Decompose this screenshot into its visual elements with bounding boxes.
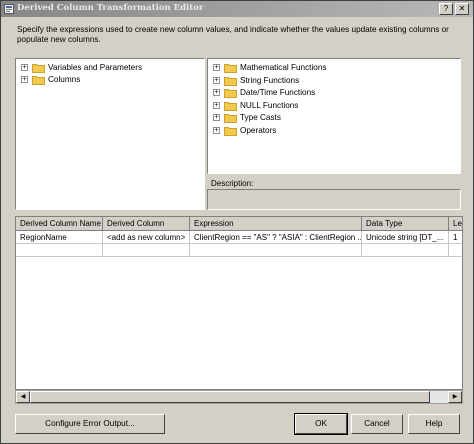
expand-icon[interactable]: + [213, 76, 220, 84]
new-row-cell[interactable] [16, 244, 103, 257]
expand-icon[interactable]: + [213, 64, 220, 71]
cell-derived-column[interactable]: <add as new column> [103, 231, 190, 244]
cancel-button[interactable]: Cancel [351, 414, 403, 434]
folder-icon [224, 89, 237, 98]
grid-horizontal-scrollbar[interactable]: ◀ ▶ [15, 390, 463, 404]
expand-icon[interactable]: + [21, 64, 28, 71]
tree-label: String Functions [240, 75, 300, 85]
window-title: Derived Column Transformation Editor [17, 3, 204, 13]
tree-label: Mathematical Functions [240, 63, 327, 72]
folder-icon [224, 101, 237, 111]
new-row-cell[interactable] [449, 244, 462, 257]
expand-icon[interactable]: + [213, 89, 220, 96]
dialog-window: Derived Column Transformation Editor ? ✕… [0, 0, 474, 444]
scroll-thumb[interactable] [30, 391, 430, 403]
title-bar[interactable]: Derived Column Transformation Editor ? ✕ [1, 1, 473, 17]
instructions-text: Specify the expressions used to create n… [17, 25, 449, 44]
derived-columns-grid[interactable]: Derived Column Name Derived Column Expre… [15, 216, 463, 390]
app-icon [4, 4, 14, 14]
close-title-button[interactable]: ✕ [455, 3, 469, 15]
scroll-right-icon[interactable]: ▶ [448, 391, 462, 403]
tree-label: Type Casts [240, 113, 281, 122]
variables-columns-tree[interactable]: + Variables and Parameters + Columns [15, 58, 205, 210]
column-header-derived-name[interactable]: Derived Column Name [16, 217, 103, 231]
expand-icon[interactable]: + [213, 114, 220, 121]
tree-label: Date/Time Functions [240, 88, 316, 97]
tree-label: Columns [48, 75, 81, 84]
folder-icon [224, 76, 237, 86]
tree-label: NULL Functions [240, 100, 299, 110]
column-header-expression[interactable]: Expression [190, 217, 362, 231]
help-button[interactable]: Help [408, 414, 460, 434]
cell-expression[interactable]: ClientRegion == "AS" ? "ASIA" : ClientRe… [190, 231, 362, 244]
new-row-cell[interactable] [103, 244, 190, 257]
column-header-length[interactable]: Le [449, 217, 462, 231]
folder-icon [32, 64, 45, 73]
ok-button[interactable]: OK [294, 413, 348, 435]
column-header-data-type[interactable]: Data Type [362, 217, 449, 231]
expand-icon[interactable]: + [21, 76, 28, 83]
new-row-cell[interactable] [362, 244, 449, 257]
cell-length[interactable]: 1 [449, 231, 462, 244]
folder-icon [224, 114, 237, 123]
new-row-cell[interactable] [190, 244, 362, 257]
folder-icon [32, 76, 45, 85]
column-header-derived-column[interactable]: Derived Column [103, 217, 190, 231]
tree-label: Operators [240, 125, 277, 135]
configure-error-output-button[interactable]: Configure Error Output... [15, 414, 165, 434]
cell-derived-name[interactable]: RegionName [16, 231, 103, 244]
scroll-left-icon[interactable]: ◀ [16, 391, 30, 403]
help-title-button[interactable]: ? [439, 3, 453, 15]
tree-label: Variables and Parameters [48, 63, 143, 72]
folder-icon [224, 126, 237, 136]
folder-icon [224, 64, 237, 73]
description-label: Description: [211, 179, 254, 188]
expand-icon[interactable]: + [213, 101, 220, 109]
functions-tree[interactable]: + Mathematical Functions + String Functi… [207, 58, 461, 174]
cell-data-type[interactable]: Unicode string [DT_... [362, 231, 449, 244]
description-box [207, 189, 461, 210]
expand-icon[interactable]: + [213, 126, 220, 134]
